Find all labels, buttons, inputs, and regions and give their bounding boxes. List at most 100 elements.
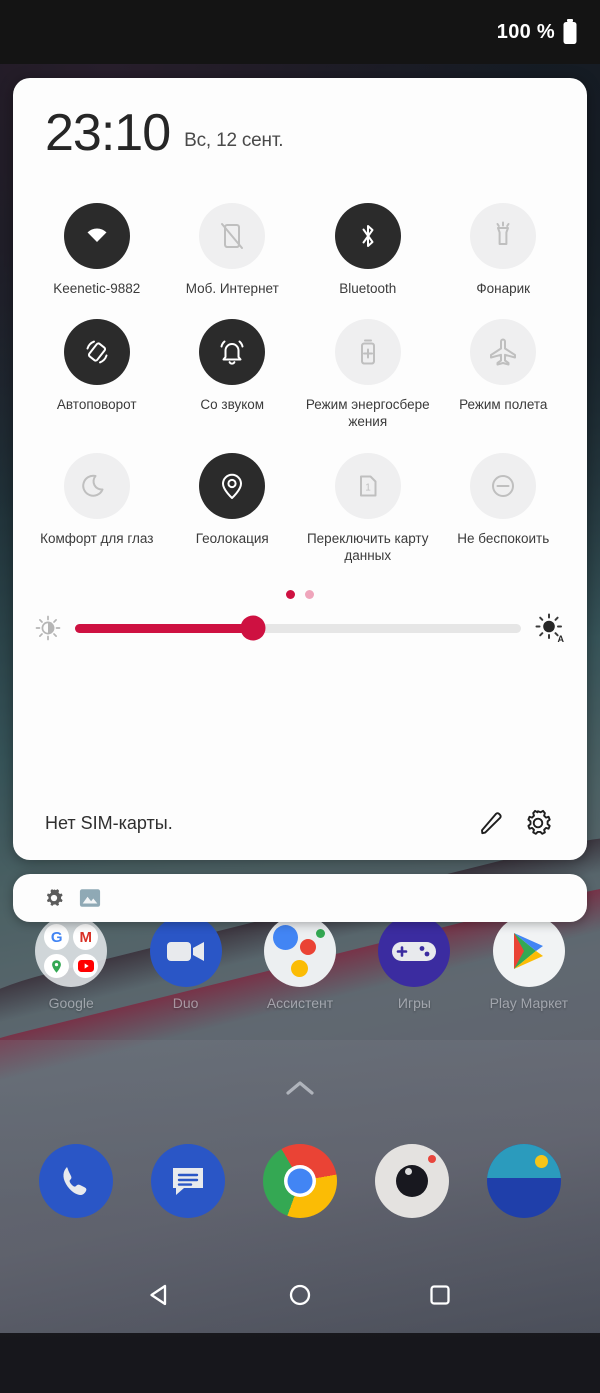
camera-icon	[375, 1144, 449, 1218]
moon-icon	[81, 474, 104, 497]
gallery-icon	[487, 1144, 561, 1218]
edit-tiles-button[interactable]	[469, 800, 515, 846]
chevron-up-icon	[286, 1081, 314, 1095]
qs-tile-battery-saver[interactable]: Режим энергосбережения	[300, 297, 436, 431]
nav-recents-button[interactable]	[413, 1268, 467, 1322]
page-dot[interactable]	[305, 590, 314, 600]
qs-tile-wifi[interactable]: Keenetic-9882	[29, 181, 165, 297]
home-app-play-store[interactable]: Play Маркет	[472, 915, 586, 1045]
play-store-icon	[492, 915, 565, 987]
qs-tile-circle: 1	[334, 452, 401, 519]
home-app-label: Игры	[397, 995, 431, 1011]
qs-tile-label: Переключить карту данных	[306, 530, 429, 564]
qs-tile-flashlight[interactable]: Фонарик	[436, 181, 572, 297]
clock[interactable]: 23:10	[45, 107, 171, 159]
bluetooth-icon	[362, 224, 374, 247]
qs-tile-label: Автоповорот	[56, 397, 137, 413]
phone-icon	[39, 1144, 113, 1218]
back-triangle-icon	[150, 1284, 167, 1306]
qs-tile-circle	[470, 202, 537, 269]
image-icon[interactable]	[79, 887, 101, 909]
home-app-assistant[interactable]: Ассистент	[243, 915, 357, 1045]
airplane-icon	[490, 338, 517, 366]
home-app-label: Google	[48, 995, 94, 1011]
qs-tile-label: Режим энергосбережения	[305, 397, 430, 430]
qs-tile-mobile-data-off[interactable]: Моб. Интернет	[165, 181, 301, 297]
qs-tile-location-pin[interactable]: Геолокация	[165, 431, 301, 565]
location-pin-icon	[222, 473, 243, 499]
quick-settings-header: 23:10 Вс, 12 сент.	[13, 78, 587, 159]
qs-tile-circle	[470, 319, 537, 386]
open-settings-button[interactable]	[515, 800, 561, 846]
collapsed-notification-shade[interactable]	[13, 874, 587, 922]
qs-tile-label: Не беспокоить	[457, 530, 550, 546]
qs-tile-label: Keenetic-9882	[53, 280, 141, 296]
home-app-duo[interactable]: Duo	[128, 915, 242, 1045]
mobile-data-off-icon	[221, 222, 244, 249]
qs-tile-label: Фонарик	[476, 280, 531, 296]
tile-row: Комфорт для глаз Геолокация 1 Переключит…	[29, 431, 571, 565]
home-app-games[interactable]: Игры	[357, 915, 471, 1045]
quick-settings-footer: Нет SIM-карты.	[13, 786, 587, 860]
navigation-bar	[0, 1257, 600, 1333]
qs-tile-circle	[63, 202, 130, 269]
qs-tile-label: Моб. Интернет	[185, 280, 279, 296]
google-folder-icon: G M	[35, 915, 108, 987]
duo-icon	[149, 915, 222, 987]
page-indicator	[13, 590, 587, 600]
qs-tile-label: Bluetooth	[339, 280, 397, 296]
dock-phone[interactable]	[20, 1138, 132, 1224]
qs-tile-airplane[interactable]: Режим полета	[436, 297, 572, 431]
nav-home-button[interactable]	[273, 1268, 327, 1322]
qs-tile-circle	[470, 452, 537, 519]
home-app-google-folder[interactable]: G M Google	[14, 915, 128, 1045]
sim-status-label: Нет SIM-карты.	[45, 812, 173, 833]
chrome-icon	[263, 1144, 337, 1218]
qs-tile-sim-card-1[interactable]: 1 Переключить карту данных	[300, 431, 436, 565]
qs-tile-circle	[334, 202, 401, 269]
recents-square-icon	[430, 1285, 450, 1305]
tile-row: Keenetic-9882 Моб. Интернет Bluetooth Фо…	[29, 181, 571, 297]
qs-tile-circle	[63, 452, 130, 519]
dock-messages[interactable]	[132, 1138, 244, 1224]
wifi-icon	[87, 228, 107, 242]
qs-tile-do-not-disturb[interactable]: Не беспокоить	[436, 431, 572, 565]
quick-settings-tile-grid: Keenetic-9882 Моб. Интернет Bluetooth Фо…	[13, 159, 587, 564]
nav-back-button[interactable]	[133, 1268, 187, 1322]
qs-tile-label: Комфорт для глаз	[40, 530, 154, 546]
svg-text:1: 1	[365, 482, 371, 493]
battery-full-icon	[563, 19, 577, 44]
qs-tile-moon[interactable]: Комфорт для глаз	[29, 431, 165, 565]
qs-tile-circle	[334, 319, 401, 386]
auto-rotate-icon	[86, 340, 108, 364]
app-drawer-handle[interactable]	[0, 1078, 600, 1098]
dock-chrome[interactable]	[244, 1138, 356, 1224]
brightness-slider-thumb[interactable]	[240, 615, 266, 641]
qs-tile-bell-ring[interactable]: Со звуком	[165, 297, 301, 431]
sim-card-1-icon: 1	[359, 475, 377, 497]
qs-tile-label: Геолокация	[195, 530, 269, 546]
date-label[interactable]: Вс, 12 сент.	[184, 130, 283, 159]
dock-camera[interactable]	[356, 1138, 468, 1224]
qs-tile-bluetooth[interactable]: Bluetooth	[300, 181, 436, 297]
page-dot-active[interactable]	[286, 590, 295, 600]
brightness-row: A	[13, 599, 587, 643]
gear-icon[interactable]	[43, 887, 65, 909]
qs-tile-auto-rotate[interactable]: Автоповорот	[29, 297, 165, 431]
messages-icon	[151, 1144, 225, 1218]
qs-tile-circle	[199, 202, 266, 269]
brightness-slider-fill	[75, 623, 254, 633]
battery-saver-icon	[360, 339, 375, 365]
dock-gallery[interactable]	[468, 1138, 580, 1224]
home-dock	[0, 1138, 600, 1224]
gear-icon	[527, 809, 551, 835]
status-bar: 100 %	[0, 0, 600, 64]
battery-percent-label: 100 %	[496, 20, 555, 43]
brightness-slider[interactable]	[75, 615, 521, 641]
svg-text:A: A	[558, 634, 565, 643]
home-app-label: Duo	[172, 995, 199, 1011]
home-app-row: G M Google Duo Ассистент Игры Play Марке…	[0, 915, 600, 1045]
qs-tile-circle	[199, 452, 266, 519]
brightness-auto-icon[interactable]: A	[535, 613, 565, 643]
brightness-low-icon[interactable]	[35, 615, 61, 641]
